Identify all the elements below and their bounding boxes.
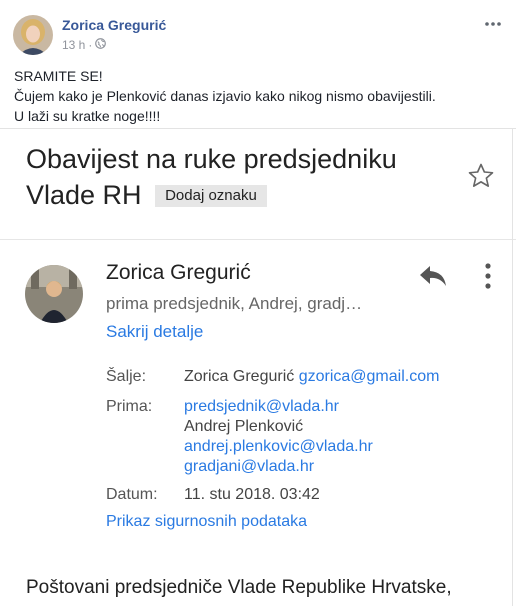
from-label: Šalje: — [106, 368, 147, 385]
date-label: Datum: — [106, 486, 158, 503]
post-line: U laži su kratke noge!!!! — [14, 108, 161, 124]
to-list: predsjednik@vlada.hr Andrej Plenković an… — [184, 397, 373, 477]
sender-name: Zorica Gregurić — [106, 261, 251, 284]
to-email-link[interactable]: gradjani@vlada.hr — [184, 457, 373, 477]
post-text: SRAMITE SE! Čujem kako je Plenković dana… — [14, 66, 436, 126]
post-meta: 13 h · — [62, 38, 107, 52]
to-name: Andrej Plenković — [184, 418, 304, 435]
globe-icon — [95, 38, 107, 52]
add-label-button[interactable]: Dodaj oznaku — [155, 185, 267, 207]
to-label: Prima: — [106, 398, 153, 415]
hide-details-link[interactable]: Sakrij detalje — [106, 322, 203, 342]
more-options-icon[interactable] — [480, 261, 496, 291]
security-details-link[interactable]: Prikaz sigurnosnih podataka — [106, 513, 307, 531]
recipients-summary: prima predsjednik, Andrej, gradj… — [106, 294, 363, 313]
from-name: Zorica Gregurić — [184, 368, 295, 385]
email-subject: Obavijest na ruke predsjedniku Vlade RH … — [26, 141, 446, 213]
sender-avatar — [25, 265, 83, 323]
post-timestamp[interactable]: 13 h — [62, 38, 85, 52]
email-body-greeting: Poštovani predsjedniče Vlade Republike H… — [26, 577, 452, 598]
to-email-link[interactable]: predsjednik@vlada.hr — [184, 397, 373, 417]
post-line: SRAMITE SE! — [14, 68, 103, 84]
post-line: Čujem kako je Plenković danas izjavio ka… — [14, 88, 436, 104]
from-email-link[interactable]: gzorica@gmail.com — [299, 368, 440, 385]
screenshot-border — [512, 129, 513, 606]
date-value: 11. stu 2018. 03:42 — [184, 486, 320, 503]
to-email-link[interactable]: andrej.plenkovic@vlada.hr — [184, 437, 373, 457]
divider — [0, 239, 516, 240]
post-author-name[interactable]: Zorica Gregurić — [62, 17, 166, 33]
star-icon[interactable] — [466, 161, 496, 191]
post-options-icon[interactable] — [484, 14, 502, 32]
from-value: Zorica Gregurić gzorica@gmail.com — [184, 367, 439, 387]
meta-separator: · — [88, 38, 93, 52]
reply-icon[interactable] — [418, 263, 448, 289]
post-author-avatar[interactable] — [13, 15, 53, 55]
email-screenshot[interactable]: Obavijest na ruke predsjedniku Vlade RH … — [0, 128, 516, 606]
